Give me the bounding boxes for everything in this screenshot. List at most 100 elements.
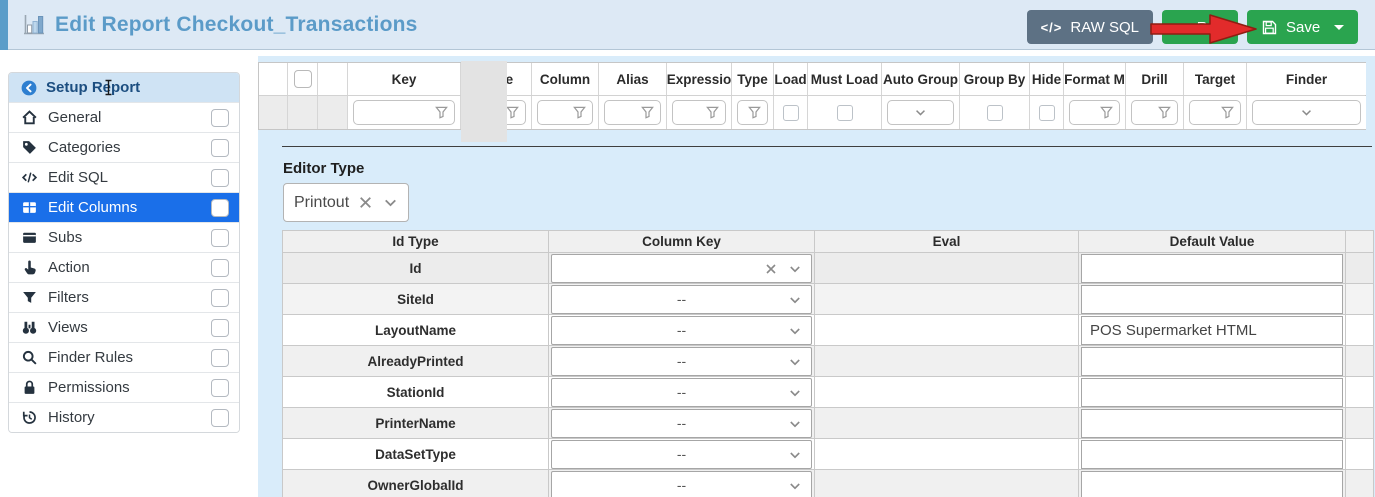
default-value-input[interactable] <box>1081 285 1343 314</box>
chevron-down-icon[interactable] <box>787 292 803 308</box>
column-key-dropdown[interactable]: -- <box>551 440 812 469</box>
chevron-down-icon[interactable] <box>787 385 803 401</box>
filter-input-alias[interactable] <box>604 100 661 125</box>
sidebar-item-checkbox[interactable] <box>211 349 229 367</box>
sidebar-header[interactable]: Setup Report <box>9 73 239 102</box>
chevron-down-icon[interactable] <box>787 323 803 339</box>
column-key-dropdown[interactable]: -- <box>551 378 812 407</box>
eval-cell[interactable] <box>815 284 1079 315</box>
filter-select-finder[interactable] <box>1252 100 1361 125</box>
sidebar-item-checkbox[interactable] <box>211 379 229 397</box>
sidebar-item-views[interactable]: Views <box>9 312 239 342</box>
default-value-input[interactable] <box>1081 347 1343 376</box>
filter-input-key[interactable] <box>353 100 455 125</box>
default-value-input[interactable]: POS Supermarket HTML <box>1081 316 1343 345</box>
filter-select-auto-group[interactable] <box>887 100 954 125</box>
sidebar-item-checkbox[interactable] <box>211 259 229 277</box>
id-table-header-column-key: Column Key <box>549 231 815 253</box>
chevron-down-icon[interactable] <box>787 354 803 370</box>
funnel-icon <box>21 289 38 306</box>
chevron-down-icon[interactable] <box>382 194 399 211</box>
sidebar-item-edit-columns[interactable]: Edit Columns <box>9 192 239 222</box>
sidebar-item-general[interactable]: General <box>9 102 239 132</box>
columns-grid: KeyTableColumnAliasExpressioTypeLoadMust… <box>258 62 1366 130</box>
select-all-checkbox[interactable] <box>294 70 312 88</box>
eval-cell[interactable] <box>815 470 1079 497</box>
column-key-dropdown[interactable]: -- <box>551 471 812 497</box>
save-button[interactable]: Save <box>1247 10 1358 44</box>
sidebar-item-checkbox[interactable] <box>211 169 229 187</box>
filter-input-expressio[interactable] <box>672 100 726 125</box>
sidebar-item-checkbox[interactable] <box>211 319 229 337</box>
filter-checkbox-must-load[interactable] <box>837 105 853 121</box>
sidebar-item-history[interactable]: History <box>9 402 239 432</box>
chevron-down-icon[interactable] <box>787 416 803 432</box>
sidebar-item-checkbox[interactable] <box>211 229 229 247</box>
eval-cell[interactable] <box>815 346 1079 377</box>
column-key-dropdown[interactable]: -- <box>551 347 812 376</box>
column-key-dropdown[interactable]: -- <box>551 316 812 345</box>
default-value-input[interactable] <box>1081 471 1343 497</box>
default-value-input[interactable] <box>1081 254 1343 283</box>
sidebar-item-label: Categories <box>48 139 211 156</box>
id-type-cell: OwnerGlobalId <box>283 470 549 497</box>
filter-input-drill[interactable] <box>1131 100 1178 125</box>
column-key-dropdown[interactable] <box>551 254 812 283</box>
sidebar-item-action[interactable]: Action <box>9 252 239 282</box>
eval-cell[interactable] <box>815 377 1079 408</box>
sidebar-item-checkbox[interactable] <box>211 409 229 427</box>
chevron-down-icon[interactable] <box>787 261 803 277</box>
column-header-expressio: Expressio <box>667 63 732 95</box>
sidebar-item-label: Finder Rules <box>48 349 211 366</box>
sidebar-item-edit-sql[interactable]: Edit SQL <box>9 162 239 192</box>
column-header-drill: Drill <box>1126 63 1184 95</box>
filter-input-type[interactable] <box>737 100 768 125</box>
sidebar-item-finder-rules[interactable]: Finder Rules <box>9 342 239 372</box>
sidebar-item-checkbox[interactable] <box>211 109 229 127</box>
row-spacer-cell <box>1346 315 1373 346</box>
chevron-down-icon[interactable] <box>787 478 803 494</box>
default-value-input[interactable] <box>1081 440 1343 469</box>
column-header-label: Format M <box>1064 72 1125 87</box>
table-row-alreadyprinted: AlreadyPrinted -- <box>283 346 1373 377</box>
save-dropdown-caret-icon[interactable] <box>1334 25 1344 30</box>
sidebar-item-checkbox[interactable] <box>211 199 229 217</box>
sidebar-item-checkbox[interactable] <box>211 139 229 157</box>
eval-cell[interactable] <box>815 408 1079 439</box>
filter-input-column[interactable] <box>537 100 593 125</box>
eval-cell[interactable] <box>815 439 1079 470</box>
column-key-dropdown[interactable]: -- <box>551 409 812 438</box>
sidebar-item-checkbox[interactable] <box>211 289 229 307</box>
id-table-header-eval: Eval <box>815 231 1079 253</box>
sidebar-item-filters[interactable]: Filters <box>9 282 239 312</box>
clear-x-icon[interactable] <box>763 261 779 277</box>
column-key-value: -- <box>677 415 686 431</box>
eval-cell[interactable] <box>815 315 1079 346</box>
filter-checkbox-group-by[interactable] <box>987 105 1003 121</box>
default-value-input[interactable] <box>1081 378 1343 407</box>
run-button[interactable]: Run <box>1162 10 1238 44</box>
column-key-dropdown[interactable]: -- <box>551 285 812 314</box>
filter-input-format-m[interactable] <box>1069 100 1120 125</box>
filter-input-target[interactable] <box>1189 100 1241 125</box>
table-row-datasettype: DataSetType-- <box>283 439 1373 470</box>
column-key-cell: -- <box>549 284 815 315</box>
sidebar-item-subs[interactable]: Subs <box>9 222 239 252</box>
sidebar-item-categories[interactable]: Categories <box>9 132 239 162</box>
editor-type-label: Editor Type <box>283 160 364 177</box>
home-icon <box>21 109 38 126</box>
editor-type-select[interactable]: Printout <box>283 183 409 222</box>
id-type-label: AlreadyPrinted <box>367 354 463 369</box>
clear-x-icon[interactable] <box>357 194 374 211</box>
sidebar-item-label: Edit SQL <box>48 169 211 186</box>
raw-sql-button[interactable]: </> RAW SQL <box>1027 10 1153 44</box>
column-header-label: Expressio <box>667 72 731 87</box>
default-value-input[interactable] <box>1081 409 1343 438</box>
eval-cell[interactable] <box>815 253 1079 284</box>
chevron-down-icon[interactable] <box>787 447 803 463</box>
filter-checkbox-load[interactable] <box>783 105 799 121</box>
back-circle-icon[interactable] <box>21 80 37 96</box>
column-header-spacer-0 <box>259 63 288 95</box>
sidebar-item-permissions[interactable]: Permissions <box>9 372 239 402</box>
filter-checkbox-hide[interactable] <box>1039 105 1055 121</box>
